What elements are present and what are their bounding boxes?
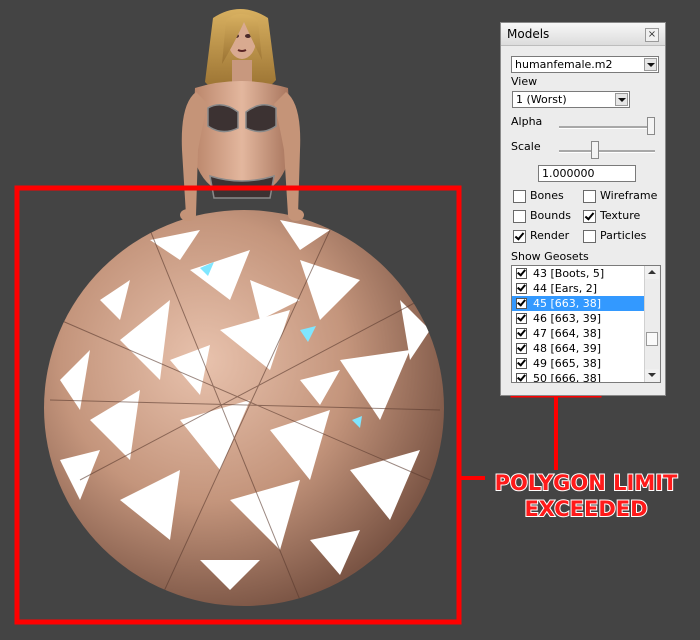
model-select[interactable]: humanfemale.m2	[511, 56, 659, 73]
right-hand	[288, 209, 304, 221]
geoset-item-label: 50 [666, 38]	[533, 372, 602, 383]
geoset-item[interactable]: 46 [663, 39]	[512, 311, 644, 326]
models-panel: Models × humanfemale.m2 View 1 (Worst) A…	[500, 22, 666, 396]
wireframe-checkbox-box[interactable]	[583, 190, 596, 203]
geoset-item-label: 47 [664, 38]	[533, 327, 602, 340]
bounds-checkbox-box[interactable]	[513, 210, 526, 223]
left-hand	[180, 209, 196, 221]
annotation-line-1: POLYGON LIMIT	[494, 470, 679, 496]
scale-input[interactable]: 1.000000	[538, 165, 636, 182]
titlebar[interactable]: Models ×	[501, 23, 665, 46]
geoset-item[interactable]: 47 [664, 38]	[512, 326, 644, 341]
scroll-up-icon[interactable]	[645, 266, 659, 279]
geoset-item-label: 44 [Ears, 2]	[533, 282, 598, 295]
geoset-checkbox[interactable]	[516, 298, 527, 309]
scale-slider-track[interactable]	[559, 150, 655, 153]
geoset-item[interactable]: 49 [665, 38]	[512, 356, 644, 371]
geoset-checkbox[interactable]	[516, 268, 527, 279]
geosets-scrollbar[interactable]	[644, 266, 660, 382]
polygon-sphere	[44, 210, 444, 606]
geoset-checkbox[interactable]	[516, 358, 527, 369]
view-label: View	[511, 75, 538, 88]
view-select[interactable]: 1 (Worst)	[512, 91, 630, 108]
geoset-item-label: 49 [665, 38]	[533, 357, 602, 370]
wireframe-label: Wireframe	[600, 189, 658, 202]
bones-label: Bones	[530, 189, 564, 202]
scale-label: Scale	[511, 140, 541, 153]
bones-checkbox-box[interactable]	[513, 190, 526, 203]
scroll-thumb[interactable]	[646, 332, 658, 346]
render-checkbox-box[interactable]	[513, 230, 526, 243]
show-geosets-label: Show Geosets	[511, 250, 589, 263]
chevron-down-icon[interactable]	[644, 58, 657, 71]
particles-label: Particles	[600, 229, 647, 242]
geoset-item[interactable]: 43 [Boots, 5]	[512, 266, 644, 281]
texture-label: Texture	[600, 209, 641, 222]
chevron-down-icon[interactable]	[615, 93, 628, 106]
bounds-label: Bounds	[530, 209, 571, 222]
geoset-item-label: 48 [664, 39]	[533, 342, 602, 355]
geoset-checkbox[interactable]	[516, 328, 527, 339]
geoset-checkbox[interactable]	[516, 373, 527, 382]
character-model	[181, 9, 301, 215]
polygon-limit-annotation: POLYGON LIMIT EXCEEDED	[472, 470, 700, 522]
close-icon[interactable]: ×	[645, 28, 659, 42]
scale-input-value: 1.000000	[542, 167, 595, 180]
panel-title: Models	[507, 27, 550, 41]
scroll-down-icon[interactable]	[645, 369, 659, 382]
render-label: Render	[530, 229, 570, 242]
scale-slider-thumb[interactable]	[591, 141, 599, 159]
alpha-slider-track[interactable]	[559, 126, 655, 129]
geoset-checkbox[interactable]	[516, 343, 527, 354]
geoset-item[interactable]: 50 [666, 38]	[512, 371, 644, 383]
geoset-checkbox[interactable]	[516, 283, 527, 294]
geoset-item[interactable]: 48 [664, 39]	[512, 341, 644, 356]
geoset-item-label: 45 [663, 38]	[533, 297, 602, 310]
geosets-list[interactable]: 43 [Boots, 5] 44 [Ears, 2] 45 [663, 38] …	[511, 265, 661, 383]
geoset-item[interactable]: 44 [Ears, 2]	[512, 281, 644, 296]
view-select-value: 1 (Worst)	[516, 93, 567, 106]
annotation-line-2: EXCEEDED	[523, 496, 648, 522]
alpha-label: Alpha	[511, 115, 543, 128]
geoset-item-selected[interactable]: 45 [663, 38]	[512, 296, 644, 311]
geoset-item-label: 43 [Boots, 5]	[533, 267, 605, 280]
texture-checkbox-box[interactable]	[583, 210, 596, 223]
alpha-slider-thumb[interactable]	[647, 117, 655, 135]
particles-checkbox-box[interactable]	[583, 230, 596, 243]
geoset-item-label: 46 [663, 39]	[533, 312, 602, 325]
model-select-value: humanfemale.m2	[515, 58, 613, 71]
geoset-checkbox[interactable]	[516, 313, 527, 324]
